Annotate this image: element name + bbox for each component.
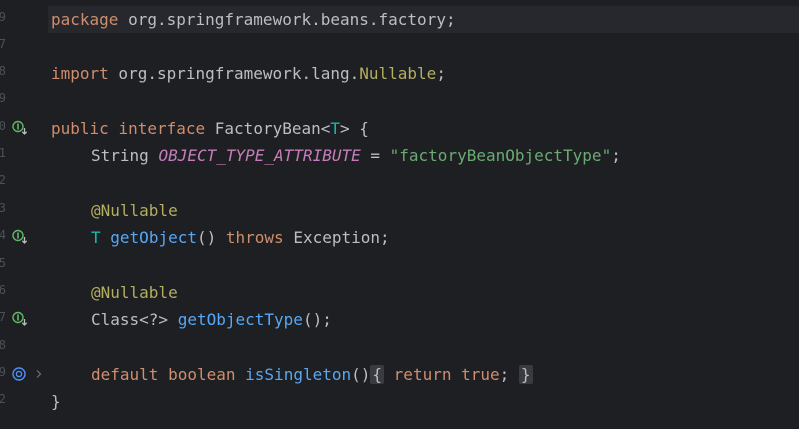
gutter-line: 8 — [0, 60, 48, 87]
code-line-annotation: @Nullable — [51, 197, 178, 224]
code-line-interface-decl: public interface FactoryBean<T> { — [51, 115, 369, 142]
editor-gutter: 9 7 8 9 0 1 2 3 4 5 6 7 8 9 2 — [0, 0, 48, 429]
gutter-line: 9 — [0, 87, 48, 114]
line-number: 4 — [0, 228, 6, 242]
code-line-annotation: @Nullable — [51, 279, 178, 306]
line-number: 3 — [0, 201, 6, 215]
closing-brace: } — [51, 392, 61, 411]
semicolon: ; — [611, 146, 621, 165]
gutter-line: 7 — [0, 306, 48, 333]
import-class: Nullable — [359, 64, 437, 83]
gutter-line: 5 — [0, 252, 48, 279]
keyword: default — [91, 365, 159, 384]
keyword: throws — [225, 228, 284, 247]
line-number: 8 — [0, 338, 6, 352]
code-line-package: package org.springframework.beans.factor… — [51, 6, 456, 33]
code-line-closing-brace: } — [51, 388, 61, 415]
code-line-get-object: T getObject() throws Exception; — [51, 224, 390, 251]
line-number: 8 — [0, 64, 6, 78]
annotation: @Nullable — [91, 201, 178, 220]
gutter-line: 6 — [0, 279, 48, 306]
annotation: @Nullable — [91, 283, 178, 302]
code-editor[interactable]: 9 7 8 9 0 1 2 3 4 5 6 7 8 9 2 package or… — [0, 0, 799, 429]
code-area[interactable]: package org.springframework.beans.factor… — [48, 0, 799, 429]
gutter-line: 1 — [0, 142, 48, 169]
punctuation: > { — [340, 119, 369, 138]
parens: () — [196, 228, 217, 247]
keyword: public — [51, 119, 109, 138]
line-number: 2 — [0, 173, 6, 187]
fold-chevron-icon[interactable] — [34, 366, 44, 382]
gutter-line: 8 — [0, 334, 48, 361]
keyword: package — [51, 10, 119, 29]
implemented-method-icon[interactable] — [12, 311, 28, 327]
method-name: isSingleton — [245, 365, 352, 384]
gutter-line: 2 — [0, 169, 48, 196]
line-number: 7 — [0, 310, 6, 324]
semicolon: ; — [436, 64, 446, 83]
gutter-line: 4 — [0, 224, 48, 251]
exception-type: Exception; — [283, 228, 390, 247]
type-name: Class<?> — [91, 310, 169, 329]
interface-name: FactoryBean< — [214, 119, 331, 138]
constant-name: OBJECT_TYPE_ATTRIBUTE — [158, 146, 361, 165]
keyword: return — [393, 365, 452, 384]
gutter-line: 2 — [0, 388, 48, 415]
code-line-is-singleton: default boolean isSingleton(){ return tr… — [51, 361, 533, 388]
type-parameter: T — [330, 119, 341, 138]
string-literal: "factoryBeanObjectType" — [389, 146, 612, 165]
overridden-method-icon[interactable] — [12, 366, 28, 382]
line-number: 9 — [0, 10, 6, 24]
implemented-method-icon[interactable] — [12, 229, 28, 245]
line-number: 2 — [0, 392, 6, 406]
type-name: String — [91, 146, 149, 165]
import-path: org.springframework.lang. — [108, 64, 360, 83]
line-number: 9 — [0, 91, 6, 105]
implemented-method-icon[interactable] — [12, 120, 28, 136]
parens: () — [351, 365, 371, 384]
gutter-line: 9 — [0, 6, 48, 33]
method-name: getObject — [110, 228, 197, 247]
method-name: getObjectType — [177, 310, 303, 329]
line-number: 0 — [0, 119, 6, 133]
code-line-import: import org.springframework.lang.Nullable… — [51, 60, 446, 87]
gutter-line: 3 — [0, 197, 48, 224]
keyword: import — [51, 64, 109, 83]
line-number: 7 — [0, 37, 6, 51]
code-line-constant: String OBJECT_TYPE_ATTRIBUTE = "factoryB… — [51, 142, 621, 169]
package-name: org.springframework.beans.factory; — [118, 10, 456, 29]
keyword: interface — [118, 119, 206, 138]
code-line-get-object-type: Class<?> getObjectType(); — [51, 306, 332, 333]
semicolon: ; — [499, 365, 510, 384]
keyword: boolean — [168, 365, 236, 384]
folded-brace-open[interactable]: { — [370, 365, 385, 384]
line-number: 6 — [0, 283, 6, 297]
line-number: 5 — [0, 256, 6, 270]
gutter-line: 7 — [0, 33, 48, 60]
punctuation: (); — [302, 310, 332, 329]
line-number: 1 — [0, 146, 6, 160]
line-number: 9 — [0, 365, 6, 379]
folded-brace-close[interactable]: } — [518, 365, 533, 384]
gutter-line: 9 — [0, 361, 48, 388]
operator: = — [360, 146, 390, 165]
keyword: true — [461, 365, 500, 384]
gutter-line: 0 — [0, 115, 48, 142]
type-parameter: T — [91, 228, 101, 247]
